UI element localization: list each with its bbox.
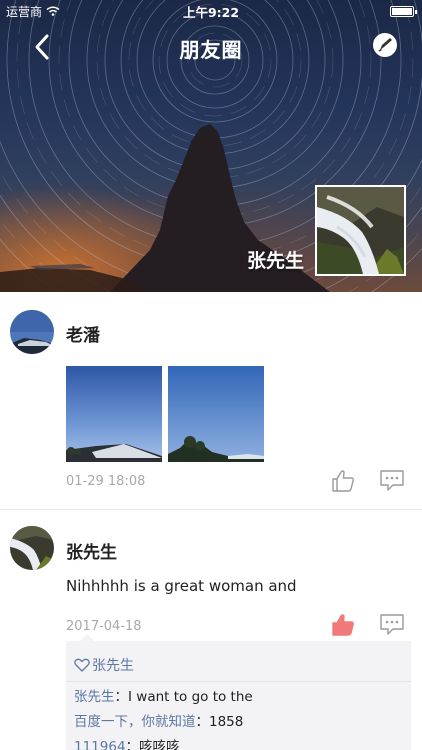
comment-text: 1858 — [209, 714, 244, 730]
avatar[interactable] — [10, 526, 54, 570]
avatar-image — [10, 310, 54, 354]
post-text: Nihhhhh is a great woman and — [66, 577, 297, 595]
like-icon[interactable] — [330, 469, 356, 493]
comment-author-link[interactable]: 张先生 — [74, 689, 115, 705]
comment-item[interactable]: 百度一下，你就知道：1858 — [74, 710, 243, 730]
sky-photo-image — [66, 366, 162, 462]
avatar-image — [10, 526, 54, 570]
comment-separator: ： — [195, 714, 210, 730]
compose-camera-icon[interactable] — [372, 32, 398, 58]
waterfall-image — [317, 187, 404, 274]
comments-panel: 张先生 张先生：I want to go to the 百度一下，你就知道：18… — [66, 634, 411, 750]
comment-text: 咳咳咳 — [139, 739, 180, 750]
like-user-link[interactable]: 张先生 — [92, 655, 134, 675]
comment-author-link[interactable]: 百度一下，你就知道 — [74, 714, 196, 730]
avatar[interactable] — [10, 310, 54, 354]
comment-separator: ： — [114, 689, 129, 705]
moment-post: 老潘 01-29 18:08 — [0, 292, 422, 510]
likes-row: 张先生 — [74, 655, 134, 675]
cover-owner-name: 张先生 — [246, 250, 304, 272]
comment-author-link[interactable]: 111964 — [74, 739, 126, 750]
status-bar: 运营商 上午9:22 — [0, 0, 422, 22]
comment-text: I want to go to the — [128, 689, 253, 705]
like-icon-active[interactable] — [330, 613, 356, 637]
cover-photo[interactable]: 运营商 上午9:22 朋友圈 张先生 — [0, 0, 422, 292]
comment-item[interactable]: 111964：咳咳咳 — [74, 735, 180, 750]
post-photo[interactable] — [168, 366, 264, 462]
tree-photo-image — [168, 366, 264, 462]
page-title: 朋友圈 — [179, 38, 243, 62]
status-time: 上午9:22 — [182, 4, 240, 20]
moment-post: 张先生 Nihhhhh is a great woman and 2017-04… — [0, 510, 422, 750]
post-photo[interactable] — [66, 366, 162, 462]
comment-separator: ： — [125, 739, 140, 750]
post-author[interactable]: 老潘 — [66, 321, 100, 346]
comment-item[interactable]: 张先生：I want to go to the — [74, 685, 253, 705]
cover-owner-avatar[interactable] — [315, 185, 406, 276]
divider — [66, 681, 411, 682]
post-author[interactable]: 张先生 — [66, 538, 117, 563]
post-timestamp: 01-29 18:08 — [66, 474, 146, 489]
post-timestamp: 2017-04-18 — [66, 619, 142, 634]
heart-icon — [74, 658, 90, 672]
comment-icon[interactable] — [379, 613, 405, 637]
battery-icon — [390, 6, 417, 17]
comment-icon[interactable] — [379, 469, 405, 493]
